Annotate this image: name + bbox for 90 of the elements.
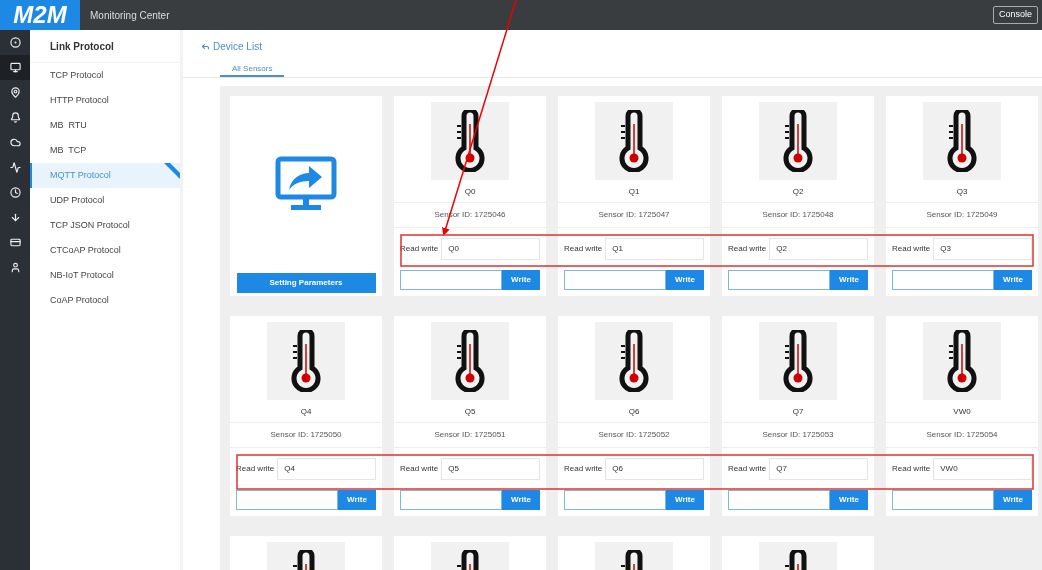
read-write-label: Read write bbox=[892, 243, 931, 255]
sidebar-item[interactable]: NB-IoT Protocol bbox=[30, 263, 180, 288]
write-value-field[interactable] bbox=[400, 490, 502, 510]
sensor-id: Sensor ID: 1725054 bbox=[926, 429, 998, 441]
thermometer-icon bbox=[289, 330, 323, 392]
wave-icon bbox=[9, 162, 21, 173]
read-write-label: Read write bbox=[564, 463, 603, 475]
monitor-icon bbox=[9, 62, 21, 73]
sensor-id: Sensor ID: 1725047 bbox=[598, 209, 670, 221]
read-write-field[interactable]: Q2 bbox=[769, 238, 868, 260]
write-value-field[interactable] bbox=[728, 270, 830, 290]
write-button[interactable]: Write bbox=[666, 490, 704, 510]
read-write-label: Read write bbox=[564, 243, 603, 255]
rail-button[interactable] bbox=[0, 55, 30, 80]
write-value-field[interactable] bbox=[892, 490, 994, 510]
setting-parameters-button[interactable]: Setting Parameters bbox=[236, 273, 376, 293]
sensor-id: Sensor ID: 1725049 bbox=[926, 209, 998, 221]
sidebar-item[interactable]: TCP JSON Protocol bbox=[30, 213, 180, 238]
read-write-label: Read write bbox=[892, 463, 931, 475]
write-button[interactable]: Write bbox=[830, 270, 868, 290]
app-title: Monitoring Center bbox=[90, 8, 170, 23]
thermometer-icon bbox=[781, 330, 815, 392]
sensor-name: Q5 bbox=[464, 406, 476, 418]
sensor-id: Sensor ID: 1725052 bbox=[598, 429, 670, 441]
thermometer-icon bbox=[781, 110, 815, 172]
write-button[interactable]: Write bbox=[338, 490, 376, 510]
tab[interactable]: All Sensors bbox=[220, 62, 285, 77]
sensor-name: Q0 bbox=[464, 186, 476, 198]
read-write-label: Read write bbox=[728, 463, 767, 475]
sensor-name: VW0 bbox=[953, 406, 971, 418]
down-arrow-icon bbox=[9, 212, 21, 223]
write-value-field[interactable] bbox=[564, 490, 666, 510]
sidebar-item[interactable]: MB RTU bbox=[30, 113, 180, 138]
read-write-label: Read write bbox=[400, 463, 439, 475]
write-button[interactable]: Write bbox=[502, 270, 540, 290]
sidebar-title: Link Protocol bbox=[50, 39, 114, 54]
user-icon bbox=[9, 262, 21, 273]
sensor-name: Q2 bbox=[792, 186, 804, 198]
sidebar-item[interactable]: UDP Protocol bbox=[30, 188, 180, 213]
write-button[interactable]: Write bbox=[994, 270, 1032, 290]
sidebar-item[interactable]: HTTP Protocol bbox=[30, 88, 180, 113]
write-button[interactable]: Write bbox=[830, 490, 868, 510]
back-icon bbox=[201, 41, 210, 51]
read-write-field[interactable]: Q5 bbox=[441, 458, 540, 480]
thermometer-icon bbox=[945, 110, 979, 172]
thermometer-icon bbox=[617, 110, 651, 172]
card-icon bbox=[9, 237, 21, 248]
console-button[interactable]: Console bbox=[992, 6, 1038, 24]
sensor-name: Q4 bbox=[300, 406, 312, 418]
read-write-field[interactable]: Q4 bbox=[277, 458, 376, 480]
monitor-share-icon bbox=[275, 156, 337, 212]
sensor-name: Q7 bbox=[792, 406, 804, 418]
thermometer-icon bbox=[945, 330, 979, 392]
clock-icon bbox=[9, 187, 21, 198]
target-icon bbox=[9, 37, 21, 48]
thermometer-icon bbox=[453, 330, 487, 392]
read-write-field[interactable]: Q0 bbox=[441, 238, 540, 260]
thermometer-icon bbox=[617, 330, 651, 392]
read-write-field[interactable]: Q3 bbox=[933, 238, 1032, 260]
sensor-id: Sensor ID: 1725053 bbox=[762, 429, 834, 441]
write-button[interactable]: Write bbox=[502, 490, 540, 510]
sidebar-item[interactable]: CoAP Protocol bbox=[30, 288, 180, 313]
read-write-field[interactable]: Q6 bbox=[605, 458, 704, 480]
thermometer-icon bbox=[453, 110, 487, 172]
sensor-name: Q6 bbox=[628, 406, 640, 418]
sensor-id: Sensor ID: 1725048 bbox=[762, 209, 834, 221]
write-value-field[interactable] bbox=[728, 490, 830, 510]
sidebar-item[interactable]: MB TCP bbox=[30, 138, 180, 163]
read-write-field[interactable]: VW0 bbox=[933, 458, 1032, 480]
map-pin-icon bbox=[9, 87, 21, 98]
write-button[interactable]: Write bbox=[666, 270, 704, 290]
bell-icon bbox=[9, 112, 21, 123]
read-write-label: Read write bbox=[728, 243, 767, 255]
write-value-field[interactable] bbox=[892, 270, 994, 290]
write-button[interactable]: Write bbox=[994, 490, 1032, 510]
sidebar-item[interactable]: CTCoAP Protocol bbox=[30, 238, 180, 263]
sensor-id: Sensor ID: 1725051 bbox=[434, 429, 506, 441]
corner-ribbon-icon bbox=[164, 163, 180, 179]
cloud-icon bbox=[9, 137, 21, 148]
logo: M2M bbox=[0, 0, 80, 30]
sidebar-item[interactable]: TCP Protocol bbox=[30, 63, 180, 88]
sensor-id: Sensor ID: 1725050 bbox=[270, 429, 342, 441]
sensor-name: Q3 bbox=[956, 186, 968, 198]
write-value-field[interactable] bbox=[236, 490, 338, 510]
read-write-field[interactable]: Q7 bbox=[769, 458, 868, 480]
write-value-field[interactable] bbox=[564, 270, 666, 290]
sensor-name: Q1 bbox=[628, 186, 640, 198]
device-list-link[interactable]: Device List bbox=[201, 38, 262, 54]
write-value-field[interactable] bbox=[400, 270, 502, 290]
read-write-field[interactable]: Q1 bbox=[605, 238, 704, 260]
